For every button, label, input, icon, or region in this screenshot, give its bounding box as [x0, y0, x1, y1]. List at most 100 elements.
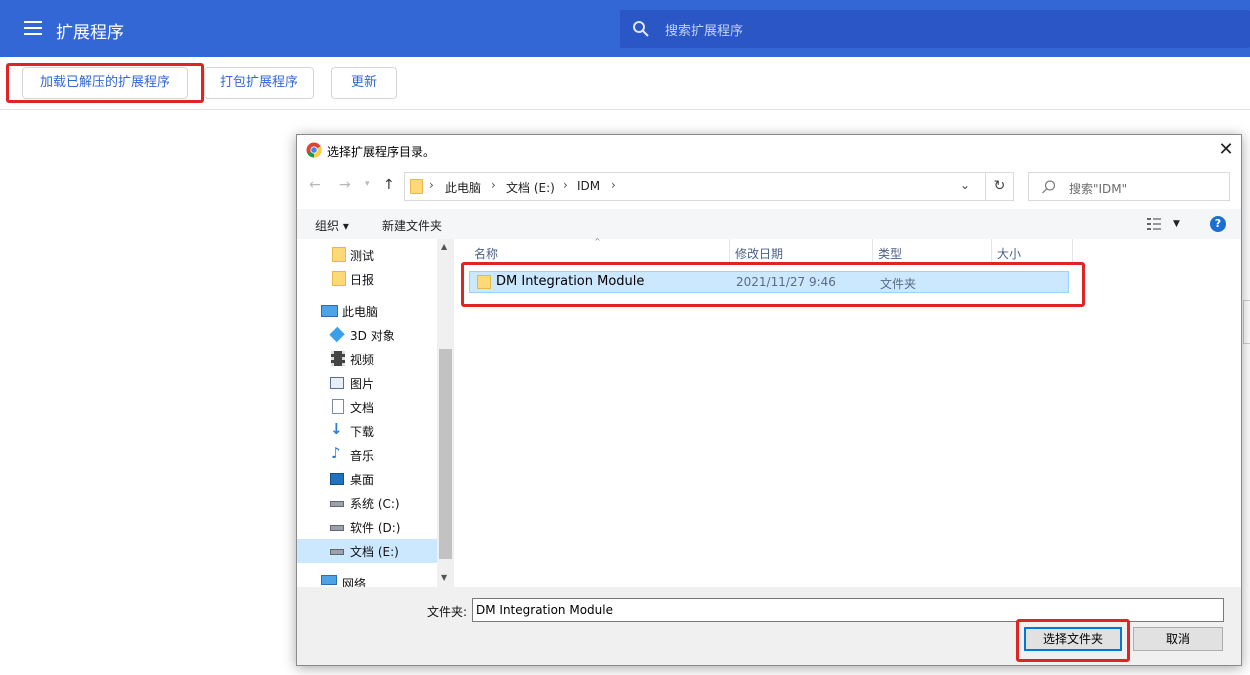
- nav-item-pictures[interactable]: 图片: [297, 371, 437, 395]
- folder-search-placeholder: 搜索"IDM": [1069, 182, 1128, 196]
- nav-pane-scrollbar[interactable]: ▲ ▼: [437, 239, 454, 587]
- nav-item-label: 3D 对象: [350, 329, 395, 343]
- 3d-objects-icon: [329, 326, 345, 343]
- folder-icon: [332, 247, 346, 262]
- music-icon: ♪: [331, 444, 341, 462]
- network-icon: [321, 575, 337, 585]
- nav-item-test[interactable]: 测试: [297, 243, 437, 267]
- view-options-icon[interactable]: [1147, 217, 1165, 231]
- sort-ascending-icon: ^: [594, 237, 601, 246]
- organize-menu[interactable]: 组织 ▾: [315, 217, 349, 234]
- background-panel-edge: [1243, 300, 1250, 344]
- nav-item-drive-c[interactable]: 系统 (C:): [297, 491, 437, 515]
- search-icon: [1042, 180, 1056, 194]
- highlight-load-unpacked: [6, 63, 204, 103]
- search-icon: [633, 21, 649, 37]
- column-header-size[interactable]: 大小: [997, 245, 1021, 262]
- search-placeholder: 搜索扩展程序: [665, 24, 744, 39]
- navigation-row: ← → ▾ ↑ › 此电脑 › 文档 (E:) › IDM › ⌄ ↻ 搜索"I…: [297, 165, 1241, 209]
- nav-item-network[interactable]: 网络: [297, 571, 437, 587]
- close-icon[interactable]: ✕: [1215, 139, 1237, 161]
- up-arrow-icon[interactable]: ↑: [383, 177, 395, 193]
- folder-search-input[interactable]: 搜索"IDM": [1028, 172, 1230, 201]
- refresh-icon[interactable]: ↻: [985, 172, 1014, 201]
- nav-item-label: 日报: [350, 273, 375, 287]
- nav-item-label: 文档: [350, 401, 375, 415]
- column-divider[interactable]: [1072, 239, 1073, 263]
- nav-item-label: 系统 (C:): [350, 497, 400, 511]
- breadcrumb-idm[interactable]: IDM: [577, 179, 600, 193]
- pack-extension-button[interactable]: 打包扩展程序: [204, 67, 314, 99]
- pictures-icon: [330, 377, 344, 389]
- extensions-search-box[interactable]: 搜索扩展程序: [620, 10, 1250, 48]
- command-bar: 组织 ▾ 新建文件夹 ▼ ?: [297, 209, 1241, 239]
- nav-item-label: 图片: [350, 377, 375, 391]
- nav-item-label: 测试: [350, 249, 375, 263]
- computer-icon: [321, 305, 338, 317]
- extensions-header: 扩展程序 搜索扩展程序: [0, 0, 1250, 57]
- drive-icon: [330, 501, 344, 507]
- drive-icon: [330, 525, 344, 531]
- update-button[interactable]: 更新: [331, 67, 397, 99]
- highlight-select-folder-button: [1016, 619, 1130, 662]
- help-icon[interactable]: ?: [1210, 216, 1226, 232]
- nav-item-label: 下载: [350, 425, 375, 439]
- nav-item-music[interactable]: ♪ 音乐: [297, 443, 437, 467]
- address-bar[interactable]: › 此电脑 › 文档 (E:) › IDM › ⌄: [404, 172, 994, 201]
- nav-item-drive-d[interactable]: 软件 (D:): [297, 515, 437, 539]
- column-header-modified[interactable]: 修改日期: [735, 245, 783, 262]
- nav-item-label: 桌面: [350, 473, 375, 487]
- breadcrumb-this-pc[interactable]: 此电脑: [445, 179, 481, 196]
- drive-icon: [330, 549, 344, 555]
- column-divider[interactable]: [991, 239, 992, 263]
- view-dropdown-icon[interactable]: ▼: [1173, 219, 1180, 229]
- column-header-type[interactable]: 类型: [878, 245, 902, 262]
- hamburger-menu-icon[interactable]: [24, 21, 42, 35]
- nav-item-downloads[interactable]: ↓ 下载: [297, 419, 437, 443]
- nav-item-videos[interactable]: 视频: [297, 347, 437, 371]
- nav-item-desktop[interactable]: 桌面: [297, 467, 437, 491]
- desktop-icon: [330, 473, 344, 485]
- documents-icon: [332, 399, 344, 414]
- nav-item-label: 视频: [350, 353, 375, 367]
- scroll-up-icon[interactable]: ▲: [441, 242, 447, 251]
- cancel-button[interactable]: 取消: [1133, 627, 1223, 651]
- dialog-titlebar: 选择扩展程序目录。 ✕: [297, 135, 1241, 165]
- folder-field-label: 文件夹:: [427, 605, 468, 619]
- nav-item-drive-e[interactable]: 文档 (E:): [297, 539, 437, 563]
- column-divider[interactable]: [872, 239, 873, 263]
- chevron-right-icon[interactable]: ›: [611, 178, 616, 192]
- recent-locations-icon[interactable]: ▾: [365, 179, 370, 189]
- column-divider[interactable]: [729, 239, 730, 263]
- nav-item-this-pc[interactable]: 此电脑: [297, 299, 437, 323]
- select-folder-dialog: 选择扩展程序目录。 ✕ ← → ▾ ↑ › 此电脑 › 文档 (E:) › ID…: [296, 134, 1242, 666]
- chevron-right-icon[interactable]: ›: [429, 178, 434, 192]
- column-header-name[interactable]: 名称: [474, 245, 498, 262]
- nav-item-label: 文档 (E:): [350, 545, 399, 559]
- chrome-icon: [306, 142, 322, 158]
- scrollbar-thumb[interactable]: [439, 349, 452, 559]
- new-folder-button[interactable]: 新建文件夹: [382, 217, 442, 234]
- nav-item-label: 软件 (D:): [350, 521, 401, 535]
- back-arrow-icon[interactable]: ←: [309, 177, 321, 193]
- chevron-right-icon[interactable]: ›: [491, 178, 496, 192]
- folder-icon: [410, 179, 423, 194]
- nav-item-3d-objects[interactable]: 3D 对象: [297, 323, 437, 347]
- nav-item-label: 音乐: [350, 449, 375, 463]
- highlight-folder-row: [461, 262, 1085, 307]
- breadcrumb-drive-e[interactable]: 文档 (E:): [506, 179, 555, 196]
- nav-item-label: 网络: [342, 577, 367, 587]
- download-icon: ↓: [330, 420, 343, 438]
- nav-item-daily-report[interactable]: 日报: [297, 267, 437, 291]
- scroll-down-icon[interactable]: ▼: [441, 573, 447, 582]
- dialog-title: 选择扩展程序目录。: [327, 145, 436, 159]
- forward-arrow-icon[interactable]: →: [339, 177, 351, 193]
- chevron-down-icon[interactable]: ⌄: [960, 178, 970, 192]
- navigation-pane: 测试 日报 此电脑 3D 对象 视频 图片 文档 ↓ 下载 ♪ 音乐 桌面 系统…: [297, 239, 454, 587]
- video-icon: [331, 351, 345, 366]
- nav-item-label: 此电脑: [342, 305, 379, 319]
- chevron-right-icon[interactable]: ›: [563, 178, 568, 192]
- folder-icon: [332, 271, 346, 286]
- nav-item-documents[interactable]: 文档: [297, 395, 437, 419]
- page-title: 扩展程序: [56, 23, 124, 43]
